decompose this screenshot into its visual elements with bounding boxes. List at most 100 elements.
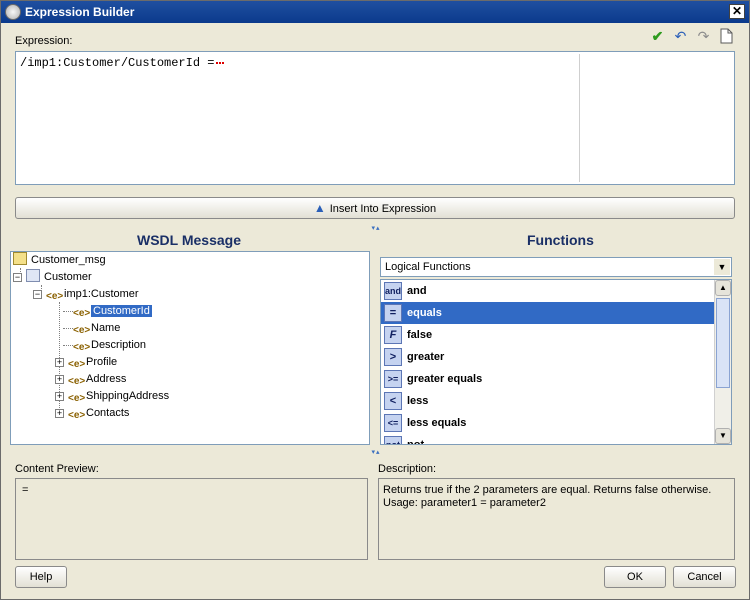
editor-divider: [579, 54, 580, 182]
ok-button[interactable]: OK: [604, 566, 666, 588]
tree-node-label: Customer: [44, 271, 92, 283]
tree-node-profile[interactable]: + <e>Profile: [55, 354, 117, 371]
wsdl-message-title: WSDL Message: [137, 232, 241, 248]
element-icon: <e>: [68, 410, 86, 421]
function-item-not[interactable]: not not: [381, 434, 717, 445]
expression-text: /imp1:Customer/CustomerId =: [20, 56, 225, 70]
function-item-false[interactable]: Ffalse: [381, 324, 717, 346]
false-function-icon: F: [384, 326, 402, 344]
not-function-icon: not: [384, 436, 402, 444]
expand-icon[interactable]: +: [55, 358, 64, 367]
functions-scrollbar[interactable]: ▲ ▼: [714, 280, 731, 444]
checkmark-icon[interactable]: ✔: [649, 28, 666, 45]
tree-node-description[interactable]: <e>Description: [73, 337, 146, 354]
new-document-icon[interactable]: [718, 28, 735, 45]
tree-node-address[interactable]: + <e>Address: [55, 371, 126, 388]
function-category-value: Logical Functions: [385, 261, 471, 273]
tree-node-label: Address: [86, 373, 127, 385]
insert-into-expression-button[interactable]: ▲ Insert Into Expression: [15, 197, 735, 219]
functions-title: Functions: [527, 232, 594, 248]
expression-editor[interactable]: /imp1:Customer/CustomerId =: [15, 51, 735, 185]
element-icon: <e>: [73, 325, 91, 336]
expression-value: /imp1:Customer/CustomerId =: [20, 56, 215, 70]
function-item-less[interactable]: < less: [381, 390, 717, 412]
function-label: false: [407, 329, 433, 341]
description-label: Description:: [378, 463, 437, 475]
function-label: equals: [407, 307, 442, 319]
tree-node-label: ShippingAddress: [86, 390, 170, 402]
less-equals-function-icon: <=: [384, 414, 402, 432]
content-preview-label: Content Preview:: [15, 463, 99, 475]
function-item-and[interactable]: and and: [381, 280, 717, 302]
tree-node-contacts[interactable]: + <e>Contacts: [55, 405, 129, 422]
element-icon: <e>: [68, 393, 86, 404]
horizontal-splitter-bottom[interactable]: ▾▴: [336, 448, 416, 456]
element-icon: <e>: [68, 376, 86, 387]
tree-node-customerid[interactable]: <e> CustomerId: [73, 303, 152, 320]
collapse-icon[interactable]: −: [33, 290, 42, 299]
function-item-less-equals[interactable]: <= less equals: [381, 412, 717, 434]
tree-node-imp1-customer[interactable]: − <e>imp1:Customer: [33, 286, 139, 303]
function-label: and: [407, 285, 427, 297]
tree-node-label: Name: [91, 322, 121, 334]
expand-icon[interactable]: +: [55, 409, 64, 418]
expression-toolbar: ✔ ↶ ↷: [649, 28, 735, 46]
close-button[interactable]: ✕: [729, 4, 745, 19]
wsdl-tree[interactable]: Customer_msg − Customer − <e>imp1:Customer…: [10, 251, 370, 445]
function-item-equals[interactable]: = equals: [381, 302, 717, 324]
horizontal-splitter-top[interactable]: ▾▴: [336, 224, 416, 232]
cancel-button[interactable]: Cancel: [673, 566, 736, 588]
chevron-up-icon: ▲: [313, 201, 326, 215]
tree-node-label: Contacts: [86, 407, 130, 419]
element-icon: <e>: [73, 308, 91, 319]
element-icon: <e>: [73, 342, 91, 353]
less-function-icon: <: [384, 392, 402, 410]
content-preview-box: =: [15, 478, 368, 560]
tree-node-label: Description: [91, 339, 147, 351]
tree-node-label: Profile: [86, 356, 118, 368]
scroll-up-icon[interactable]: ▲: [715, 280, 731, 296]
undo-icon[interactable]: ↶: [672, 28, 689, 45]
function-label: not: [407, 439, 425, 445]
greater-equals-function-icon: >=: [384, 370, 402, 388]
window-title: Expression Builder: [25, 5, 135, 19]
app-icon: [5, 4, 21, 20]
tree-node-label: CustomerId: [91, 305, 152, 317]
function-label: greater: [407, 351, 445, 363]
element-icon: <e>: [46, 291, 64, 302]
expand-icon[interactable]: +: [55, 375, 64, 384]
content-preview-value: =: [22, 484, 29, 496]
tree-node-label: Customer_msg: [31, 254, 106, 266]
and-function-icon: and: [384, 282, 402, 300]
tree-node-name[interactable]: <e>Name: [73, 320, 120, 337]
title-bar[interactable]: Expression Builder ✕: [1, 1, 749, 23]
expression-label: Expression:: [15, 35, 73, 47]
expression-builder-dialog: Expression Builder ✕ Expression: ✔ ↶ ↷ /…: [0, 0, 750, 600]
element-icon: <e>: [68, 359, 86, 370]
redo-icon[interactable]: ↷: [695, 28, 712, 45]
function-label: greater equals: [407, 373, 483, 385]
greater-function-icon: >: [384, 348, 402, 366]
error-squiggle: [216, 56, 225, 64]
chevron-down-icon[interactable]: ▼: [714, 259, 730, 275]
expand-icon[interactable]: +: [55, 392, 64, 401]
functions-list[interactable]: and and = equals Ffalse > greater >= greater…: [380, 279, 732, 445]
tree-node-customer-msg[interactable]: Customer_msg: [13, 252, 106, 269]
message-icon: [13, 252, 27, 265]
tree-node-shippingaddress[interactable]: + <e>ShippingAddress: [55, 388, 169, 405]
function-item-greater[interactable]: > greater: [381, 346, 717, 368]
scroll-down-icon[interactable]: ▼: [715, 428, 731, 444]
description-box: Returns true if the 2 parameters are equ…: [378, 478, 735, 560]
description-line-1: Returns true if the 2 parameters are equ…: [383, 484, 712, 496]
part-icon: [26, 269, 40, 282]
function-category-select[interactable]: Logical Functions ▼: [380, 257, 732, 277]
scroll-thumb[interactable]: [716, 298, 730, 388]
help-button[interactable]: Help: [15, 566, 67, 588]
function-item-greater-equals[interactable]: >= greater equals: [381, 368, 717, 390]
tree-node-customer[interactable]: − Customer: [13, 269, 92, 286]
collapse-icon[interactable]: −: [13, 273, 22, 282]
function-label: less: [407, 395, 429, 407]
function-label: less equals: [407, 417, 467, 429]
description-line-2: Usage: parameter1 = parameter2: [383, 497, 546, 509]
equals-function-icon: =: [384, 304, 402, 322]
